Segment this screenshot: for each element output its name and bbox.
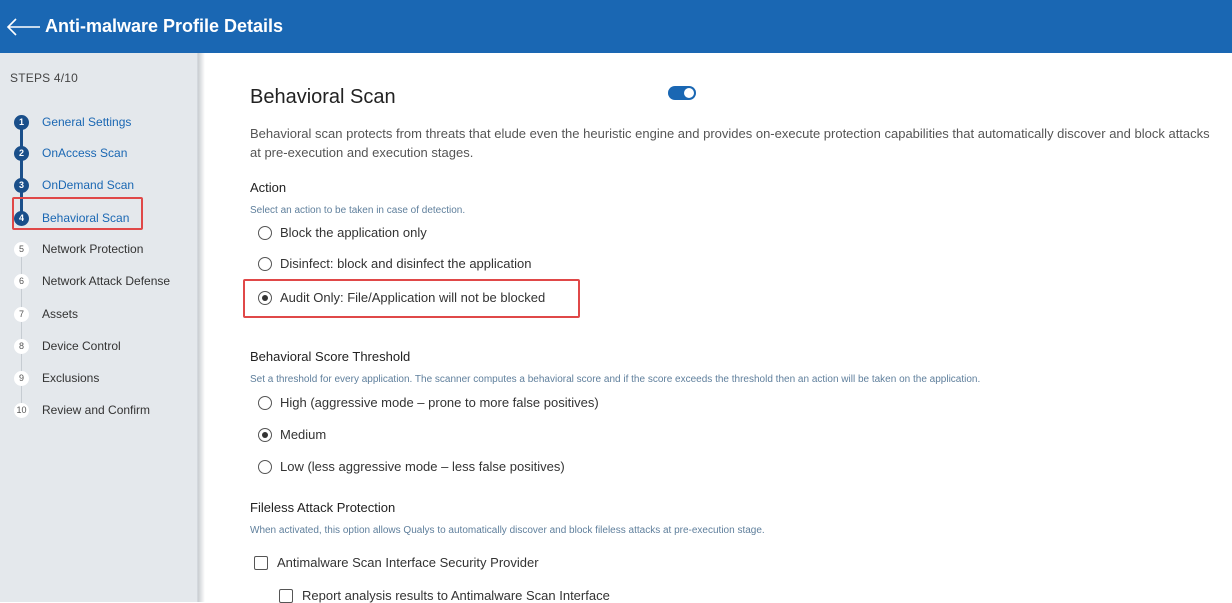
step-label: OnAccess Scan: [42, 146, 128, 160]
fileless-hint: When activated, this option allows Qualy…: [250, 525, 765, 536]
threshold-heading: Behavioral Score Threshold: [250, 349, 411, 364]
step-network-attack-defense[interactable]: 6 Network Attack Defense: [14, 270, 170, 292]
step-label: Network Protection: [42, 242, 144, 256]
page-title: Anti-malware Profile Details: [45, 16, 284, 36]
checkbox[interactable]: [279, 588, 293, 603]
radio-audit-only[interactable]: Audit Only: File/Application will not be…: [258, 290, 545, 305]
step-highlight-box: [12, 197, 143, 230]
steps-counter: STEPS 4/10: [10, 71, 79, 85]
steps-sidebar: [0, 53, 198, 602]
sidebar-shadow: [198, 53, 205, 602]
arrow-left-icon[interactable]: [6, 16, 42, 38]
step-general-settings[interactable]: 1 General Settings: [14, 111, 131, 133]
radio-threshold-high[interactable]: High (aggressive mode – prone to more fa…: [258, 395, 599, 410]
checkbox[interactable]: [254, 555, 268, 570]
step-number: 10: [14, 402, 29, 418]
radio-button[interactable]: [258, 459, 272, 474]
checkbox-label: Report analysis results to Antimalware S…: [302, 588, 610, 603]
radio-threshold-low[interactable]: Low (less aggressive mode – less false p…: [258, 459, 565, 474]
step-label: Device Control: [42, 339, 121, 353]
step-number: 9: [14, 370, 29, 386]
step-device-control[interactable]: 8 Device Control: [14, 335, 121, 357]
checkbox-report-amsi[interactable]: Report analysis results to Antimalware S…: [279, 588, 610, 603]
radio-block-application[interactable]: Block the application only: [258, 225, 427, 240]
radio-label: Medium: [280, 427, 327, 442]
step-number: 6: [14, 273, 29, 289]
radio-label: High (aggressive mode – prone to more fa…: [280, 395, 599, 410]
section-description: Behavioral scan protects from threats th…: [250, 126, 1210, 160]
section-title: Behavioral Scan: [250, 86, 396, 108]
radio-button-selected[interactable]: [258, 427, 272, 442]
step-number: 2: [14, 145, 29, 161]
behavioral-scan-toggle[interactable]: [668, 86, 696, 100]
step-number: 1: [14, 114, 29, 130]
step-network-protection[interactable]: 5 Network Protection: [14, 238, 143, 260]
radio-label: Low (less aggressive mode – less false p…: [280, 459, 565, 474]
radio-button[interactable]: [258, 225, 272, 240]
step-number: 7: [14, 306, 29, 322]
step-label: OnDemand Scan: [42, 178, 135, 192]
header-bar: Anti-malware Profile Details: [0, 0, 1232, 53]
radio-button-selected[interactable]: [258, 290, 272, 305]
step-number: 3: [14, 177, 29, 193]
step-label: Exclusions: [42, 371, 100, 385]
radio-button[interactable]: [258, 256, 272, 271]
step-label: Review and Confirm: [42, 403, 151, 417]
step-label: General Settings: [42, 115, 132, 129]
step-exclusions[interactable]: 9 Exclusions: [14, 367, 99, 389]
step-number: 5: [14, 241, 29, 257]
action-heading: Action: [250, 180, 287, 195]
step-review-and-confirm[interactable]: 10 Review and Confirm: [14, 399, 150, 421]
checkbox-label: Antimalware Scan Interface Security Prov…: [277, 555, 539, 570]
step-ondemand-scan[interactable]: 3 OnDemand Scan: [14, 174, 134, 196]
radio-threshold-medium[interactable]: Medium: [258, 427, 326, 442]
radio-label: Disinfect: block and disinfect the appli…: [280, 256, 532, 271]
toggle-knob: [684, 88, 694, 98]
radio-disinfect[interactable]: Disinfect: block and disinfect the appli…: [258, 256, 531, 271]
step-number: 8: [14, 338, 29, 354]
step-label: Assets: [42, 307, 79, 321]
step-assets[interactable]: 7 Assets: [14, 303, 78, 325]
radio-label: Audit Only: File/Application will not be…: [280, 290, 546, 305]
step-label: Network Attack Defense: [42, 274, 171, 288]
fileless-heading: Fileless Attack Protection: [250, 500, 396, 515]
radio-button[interactable]: [258, 395, 272, 410]
checkbox-amsi-provider[interactable]: Antimalware Scan Interface Security Prov…: [254, 555, 539, 570]
threshold-hint: Set a threshold for every application. T…: [250, 374, 981, 385]
step-onaccess-scan[interactable]: 2 OnAccess Scan: [14, 142, 127, 164]
radio-label: Block the application only: [280, 225, 427, 240]
action-hint: Select an action to be taken in case of …: [250, 205, 466, 216]
